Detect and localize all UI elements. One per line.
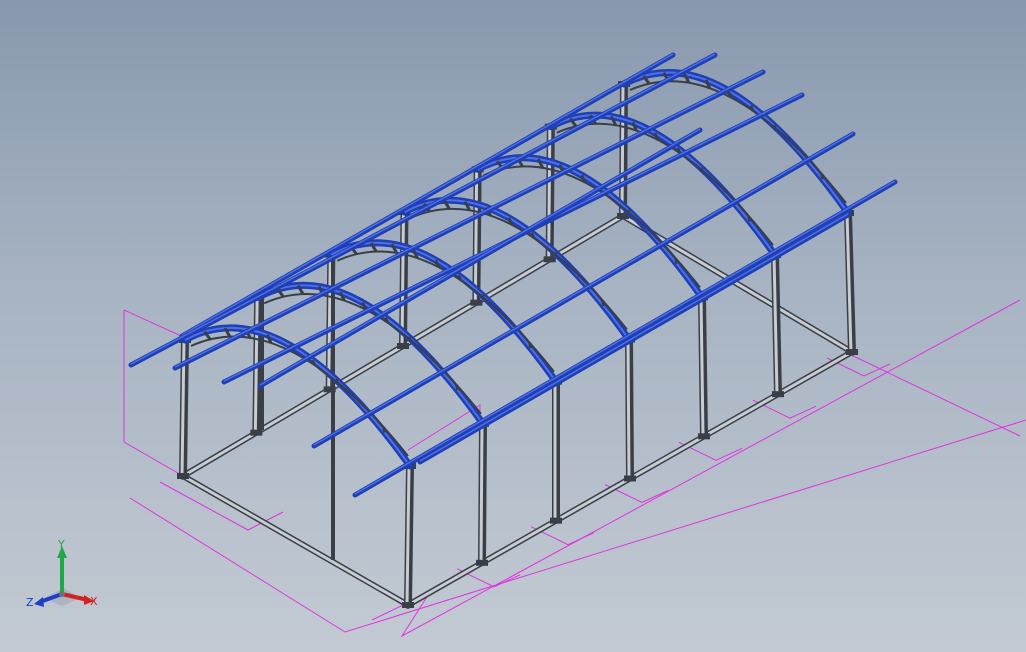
arch-web-tie <box>699 167 704 171</box>
x-axis-label: X <box>90 595 98 608</box>
arch-web-tie <box>601 300 606 307</box>
post-right-foot-plate <box>772 391 784 398</box>
post-left-foot-plate <box>397 343 409 349</box>
base-rail-front-face <box>182 474 409 607</box>
post-right-foot-plate <box>846 349 858 355</box>
purlin-group <box>128 52 898 498</box>
purlin-tube-highlight <box>174 70 764 368</box>
post-right-face <box>626 339 631 479</box>
arch-web-tie <box>382 427 387 433</box>
arch-outer <box>401 196 633 343</box>
arch-web-tie <box>747 216 752 222</box>
post-left-foot-plate <box>177 473 189 479</box>
purlin-tube <box>352 179 898 498</box>
model-scene[interactable] <box>0 0 1026 652</box>
post-right-face <box>479 423 484 563</box>
sketch-ground-front <box>371 299 1021 638</box>
arch-web-tie <box>310 359 316 366</box>
arch-web-tie <box>334 378 339 383</box>
arch-web-tie <box>530 232 536 239</box>
arch-web-tie <box>676 147 682 154</box>
post-right-foot-plate <box>698 433 710 440</box>
purlin-tube <box>172 69 766 371</box>
post-right-face <box>405 465 411 606</box>
post-left-face <box>473 169 479 303</box>
post-right-foot-plate <box>550 517 562 524</box>
sketch-ground-right <box>844 351 1021 437</box>
arch-web-tie <box>674 258 679 264</box>
arch-outer <box>254 281 487 428</box>
arch-outer <box>620 69 852 217</box>
post-left-face <box>547 126 552 260</box>
post-left-foot-plate <box>470 299 483 306</box>
post-left-face <box>180 339 186 477</box>
arch-web-tie <box>749 105 755 112</box>
arch-web-tie <box>384 316 389 324</box>
post-right-foot-plate <box>402 602 414 608</box>
sketch-gable-left <box>123 310 184 477</box>
arch-web-tie <box>407 336 412 341</box>
arch-web-tie <box>480 294 485 298</box>
arch-web-tie <box>457 274 462 281</box>
arch-outer <box>474 154 706 301</box>
z-axis-arrowhead <box>34 597 44 607</box>
y-axis-label: Y <box>57 538 65 551</box>
arch-web-tie <box>528 342 533 349</box>
arch-web-tie <box>772 124 777 129</box>
arch-outer <box>547 111 779 259</box>
z-axis-label: Z <box>26 596 34 609</box>
post-left-foot-plate <box>543 256 556 263</box>
post-left-foot-plate <box>250 429 263 436</box>
post-left-face <box>400 211 405 347</box>
post-right-foot-plate <box>476 559 488 566</box>
graphics-viewport[interactable]: Y X Z <box>0 0 1026 652</box>
arch-web-tie <box>455 384 460 391</box>
arch-web-tie <box>553 251 558 256</box>
arch-web-tie <box>820 173 825 180</box>
arch-web-tie <box>626 209 631 214</box>
post-right-face <box>699 297 705 437</box>
base-frame <box>178 211 857 610</box>
orientation-triad: Y X Z <box>22 538 106 618</box>
triad-origin <box>59 591 65 597</box>
purlin-tube-highlight <box>354 180 896 495</box>
post-right-foot-plate <box>624 475 636 482</box>
